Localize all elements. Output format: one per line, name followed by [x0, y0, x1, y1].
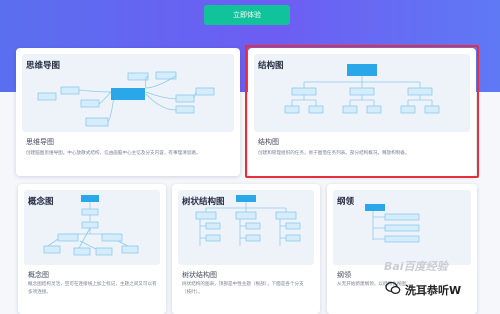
- card-mindmap[interactable]: 思维导图 思维导图 创建脑图思维导图。中心放散式结构，信由画脑中心主信及分支内容…: [16, 48, 240, 176]
- tree-name: 树状结构图: [182, 271, 217, 279]
- baidu-watermark: Bai百度经验: [384, 260, 448, 273]
- card-concept-map[interactable]: 概念图 概念图 概念图结构灵活，空可在连接线上加上标记，主题之间又可以有多项连接…: [18, 184, 166, 314]
- tree-desc: 树状结构的图表，顶部是中性主题（根部），下面是各个分支（枝叶）。: [182, 282, 304, 295]
- outline-diagram: [365, 204, 420, 243]
- concept-desc: 概念图结构灵活，空可在连接线上加上标记，主题之间又可以有多项连接。: [28, 282, 157, 295]
- concept-name: 概念图: [28, 271, 49, 279]
- concept-diagram: [43, 195, 139, 256]
- card-tree-chart[interactable]: 树状结构图 树状结构图 树状结构的图表，顶部是中性主题（根部），下面是各个分支（…: [172, 184, 320, 314]
- highlight-frame: [245, 45, 479, 178]
- wechat-icon: [385, 281, 401, 295]
- account-watermark: 洗耳恭听W: [405, 284, 462, 297]
- try-now-button[interactable]: 立即体验: [204, 5, 290, 25]
- tree-diagram: [195, 195, 301, 246]
- mindmap-name: 思维导图: [26, 138, 54, 146]
- mindmap-diagram: [37, 71, 215, 127]
- outline-name: 纲领: [337, 271, 351, 279]
- mindmap-desc: 创建脑图思维导图。中心放散式结构，信由画脑中心主信及分支内容，有事理清思路。: [26, 151, 201, 156]
